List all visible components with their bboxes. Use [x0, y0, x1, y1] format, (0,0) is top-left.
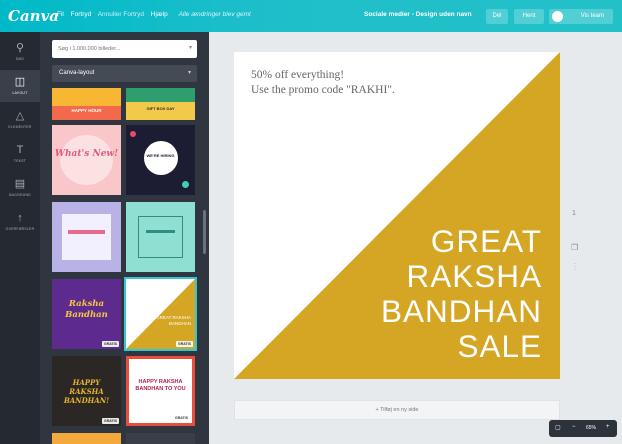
sale-line: RAKSHA: [406, 258, 542, 294]
thumb-shape: [126, 88, 195, 102]
menu-undo[interactable]: Fortryd: [71, 11, 92, 18]
background-icon: ▤: [14, 178, 26, 190]
chevron-down-icon: ▾: [187, 70, 191, 76]
sale-line: BANDHAN: [380, 293, 542, 329]
rail-item-background[interactable]: ▤ BAGGRUND: [0, 172, 40, 204]
template-thumb-partial[interactable]: [126, 433, 195, 444]
free-badge: GRATIS: [176, 341, 193, 347]
canva-editor: Canva Fil Fortryd Annuller Fortryd Hjælp…: [0, 0, 622, 444]
promo-line: Use the promo code "RAKHI".: [251, 84, 395, 96]
free-badge: GRATIS: [102, 418, 119, 424]
rail-item-layout[interactable]: ◫ LAYOUT: [0, 70, 40, 102]
layout-icon: ◫: [14, 76, 26, 88]
text-icon: T: [16, 144, 24, 156]
zoom-out-button[interactable]: −: [572, 424, 576, 430]
image-search[interactable]: ▾: [52, 40, 197, 58]
template-title: GIFT BOX DAY: [146, 106, 175, 111]
zoom-in-button[interactable]: +: [606, 424, 610, 430]
template-thumb-whats-new[interactable]: What's New!: [52, 125, 121, 195]
top-bar: Canva Fil Fortryd Annuller Fortryd Hjælp…: [0, 0, 622, 32]
menu-file[interactable]: Fil: [57, 11, 64, 18]
template-thumb-gift-box[interactable]: GIFT BOX DAY: [126, 88, 195, 120]
template-thumb-were-hiring[interactable]: WE'RE HIRING: [126, 125, 195, 195]
template-title: What's New!: [54, 149, 119, 159]
template-title: HAPPY RAKSHA BANDHAN TO YOU: [135, 379, 186, 392]
free-badge: GRATIS: [102, 341, 119, 347]
thumb-shape: [144, 141, 178, 175]
sale-headline[interactable]: GREAT RAKSHA BANDHAN SALE: [322, 224, 542, 364]
side-rail: ⚲ SØG ◫ LAYOUT △ ELEMENTER T TEKST ▤ BAG…: [0, 32, 40, 444]
panel-scrollbar[interactable]: [203, 210, 206, 254]
search-input[interactable]: [58, 43, 178, 55]
delete-page-icon[interactable]: ⋮: [571, 262, 579, 271]
thumb-shape: [138, 216, 183, 258]
template-thumb-partial[interactable]: [52, 433, 121, 444]
layout-select[interactable]: Canva-layout ▾: [52, 65, 197, 82]
sale-line: SALE: [457, 328, 542, 364]
template-title: GREAT RAKSHA BANDHAN: [156, 315, 191, 326]
rail-item-search[interactable]: ⚲ SØG: [0, 36, 40, 68]
template-thumb-happy-raksha-dark[interactable]: HAPPY RAKSHA BANDHAN! GRATIS: [52, 356, 121, 426]
design-page[interactable]: 50% off everything! Use the promo code "…: [234, 52, 560, 379]
template-thumb-raksha-bandhan[interactable]: Raksha Bandhan GRATIS: [52, 279, 121, 349]
main-menu: Fil Fortryd Annuller Fortryd Hjælp Alle …: [57, 11, 256, 18]
rail-label: SØG: [15, 57, 25, 61]
share-button[interactable]: Del: [486, 9, 508, 24]
show-team-button[interactable]: Vis team: [549, 9, 613, 24]
sale-line: GREAT: [430, 223, 542, 259]
rail-label: ELEMENTER: [8, 125, 32, 129]
canvas-area: 50% off everything! Use the promo code "…: [209, 32, 622, 444]
copy-page-icon[interactable]: ❐: [571, 243, 578, 252]
rail-label: BAGGRUND: [9, 193, 31, 197]
page-number: 1: [572, 210, 576, 217]
zoom-controls: ▢ − 65% +: [549, 420, 617, 437]
promo-line: 50% off everything!: [251, 69, 345, 81]
template-title: HAPPY RAKSHA BANDHAN!: [63, 378, 110, 405]
template-title: Raksha Bandhan: [65, 299, 108, 320]
thumb-shape: [182, 181, 189, 188]
document-title[interactable]: Sociale medier - Design uden navn: [364, 11, 472, 18]
rail-item-elements[interactable]: △ ELEMENTER: [0, 104, 40, 136]
add-page-button[interactable]: + Tilføj en ny side: [234, 400, 560, 420]
promo-text[interactable]: 50% off everything! Use the promo code "…: [251, 68, 395, 98]
download-button[interactable]: Hent: [514, 9, 544, 24]
thumb-shape: [52, 88, 121, 106]
template-title: WE'RE HIRING: [146, 153, 175, 158]
thumb-triangle: [126, 279, 195, 349]
template-thumb-lavender[interactable]: [52, 202, 121, 272]
present-icon[interactable]: ▢: [555, 424, 561, 431]
save-status: Alle ændringer blev gemt: [178, 11, 251, 18]
free-badge: GRATIS: [173, 415, 190, 421]
zoom-level[interactable]: 65%: [586, 425, 596, 431]
thumb-shape: [60, 135, 113, 185]
rail-label: LAYOUT: [12, 91, 28, 95]
chevron-down-icon[interactable]: ▾: [189, 44, 192, 51]
rail-item-uploads[interactable]: ↑ OVERFØRSLER: [0, 206, 40, 238]
canva-logo[interactable]: Canva: [8, 7, 59, 25]
template-panel: ▾ Canva-layout ▾ HAPPY HOUR GIFT BOX DAY…: [40, 32, 209, 444]
template-title: HAPPY HOUR: [71, 108, 102, 113]
template-thumb-happy-hour[interactable]: HAPPY HOUR: [52, 88, 121, 120]
elements-icon: △: [15, 110, 25, 122]
layout-select-value: Canva-layout: [59, 70, 95, 76]
show-team-label: Vis team: [580, 13, 604, 19]
rail-item-text[interactable]: T TEKST: [0, 138, 40, 170]
template-thumb-great-raksha[interactable]: GREAT RAKSHA BANDHAN GRATIS: [124, 277, 197, 351]
thumb-shape: [146, 230, 175, 233]
menu-redo[interactable]: Annuller Fortryd: [98, 11, 144, 18]
menu-help[interactable]: Hjælp: [151, 11, 168, 18]
team-avatar-icon: [552, 11, 563, 22]
thumb-shape: [62, 214, 111, 260]
thumb-shape: [130, 131, 136, 137]
rail-label: OVERFØRSLER: [5, 227, 35, 231]
thumb-shape: [68, 230, 105, 234]
template-thumb-happy-raksha-to-you[interactable]: HAPPY RAKSHA BANDHAN TO YOU GRATIS: [126, 356, 195, 426]
rail-label: TEKST: [13, 159, 27, 163]
search-icon: ⚲: [15, 42, 25, 54]
upload-icon: ↑: [17, 212, 23, 224]
template-thumb-mint[interactable]: [126, 202, 195, 272]
